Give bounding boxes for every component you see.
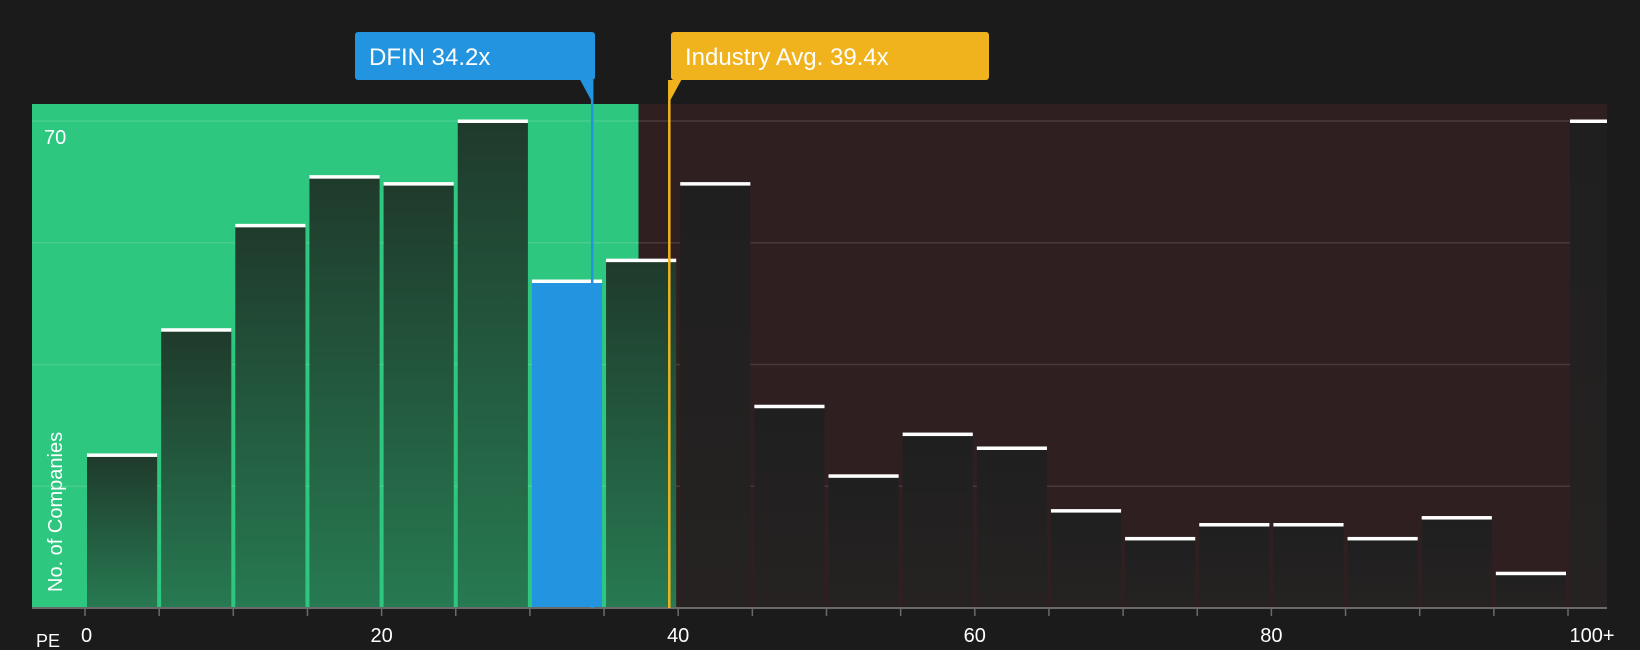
histogram-bar: [1421, 517, 1492, 608]
bar-cap: [235, 223, 306, 228]
histogram-bar: [309, 176, 380, 608]
bar-cap: [606, 258, 677, 263]
bar-cap: [1570, 119, 1607, 123]
histogram-bar: [383, 183, 454, 608]
bar-cap: [902, 432, 973, 437]
x-tick-label: 0: [81, 625, 92, 647]
y-tick-label: 70: [44, 127, 66, 149]
x-tick-label: 60: [964, 625, 986, 647]
histogram-bar: [902, 434, 973, 608]
histogram-bar: [1273, 524, 1344, 608]
histogram-bar: [1125, 538, 1196, 608]
histogram-bar: [754, 406, 825, 608]
bar-cap: [457, 119, 528, 123]
bar-cap: [1125, 536, 1196, 541]
bar-cap: [1347, 536, 1418, 541]
histogram-bar: [680, 183, 751, 608]
histogram-bar: [1347, 538, 1418, 608]
bar-cap: [161, 328, 232, 332]
bar-cap: [828, 474, 899, 478]
x-tick-label: 100+: [1569, 625, 1614, 647]
histogram-bar: [235, 225, 306, 608]
bar-cap: [1199, 523, 1270, 527]
bar-cap: [383, 182, 454, 186]
bar-cap: [309, 175, 380, 179]
histogram-bar: [1050, 510, 1122, 608]
bar-cap: [680, 182, 751, 186]
bar-cap: [1050, 509, 1122, 513]
histogram-bar: [161, 329, 232, 608]
y-axis-label: No. of Companies: [45, 432, 67, 592]
industry-marker-label: Industry Avg. 39.4x: [685, 44, 889, 71]
histogram-bar: [1570, 121, 1607, 608]
histogram-bar: [828, 475, 899, 608]
pe-distribution-chart: 0 20 40 60 80 100+ 70 No. of Companies PE DFI…: [0, 0, 1640, 650]
histogram-bar: [1495, 573, 1566, 608]
x-tick-label: 40: [667, 625, 689, 647]
bar-cap: [754, 404, 825, 409]
x-axis-label: PE: [36, 631, 60, 650]
histogram-bar: [976, 447, 1047, 608]
bar-cap: [1495, 571, 1566, 576]
histogram-bar: [87, 454, 158, 608]
bar-cap: [1273, 523, 1344, 527]
company-marker-label: DFIN 34.2x: [369, 44, 490, 71]
histogram-bar: [606, 260, 677, 608]
x-tick-label: 20: [370, 625, 392, 647]
bar-cap: [976, 446, 1047, 450]
histogram-bar: [1199, 524, 1270, 608]
histogram-bar: [457, 121, 528, 608]
x-tick-label: 80: [1260, 625, 1282, 647]
bar-cap: [87, 453, 158, 457]
bar-cap: [1421, 516, 1492, 520]
